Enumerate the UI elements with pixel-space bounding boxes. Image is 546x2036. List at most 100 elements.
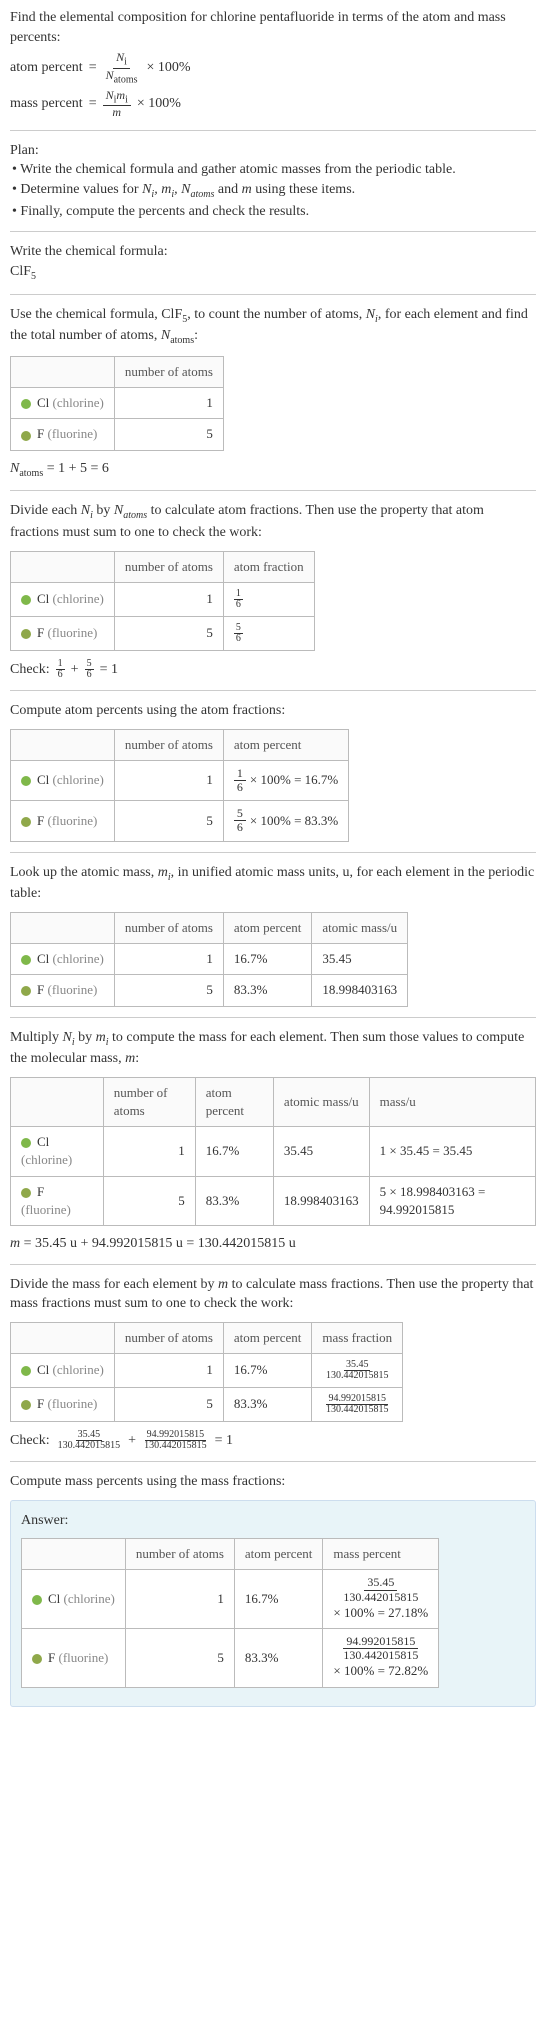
dot-icon — [21, 1366, 31, 1376]
var-m: m — [10, 1236, 20, 1251]
num: 94.992015815 — [343, 1635, 418, 1649]
var-m: m — [218, 1277, 228, 1292]
dot-icon — [21, 1138, 31, 1148]
col-number-of-atoms: number of atoms — [114, 1322, 223, 1353]
den: 130.442015815 — [324, 1371, 391, 1381]
dot-icon — [21, 629, 31, 639]
result: × 100% = 16.7% — [250, 771, 338, 789]
col-mass-percent: mass percent — [323, 1539, 439, 1570]
text: • Determine values for — [12, 182, 142, 197]
element-name: (fluorine) — [55, 1650, 108, 1665]
element-cell-f: F (fluorine) — [11, 975, 115, 1006]
check-label: Check: — [10, 660, 50, 680]
element-name: (chlorine) — [49, 1362, 104, 1377]
molecular-mass-sum: m = 35.45 u + 94.992015815 u = 130.44201… — [10, 1234, 536, 1254]
text: : — [135, 1051, 139, 1066]
var-m: m — [158, 865, 168, 880]
dot-icon — [21, 1400, 31, 1410]
divider — [10, 690, 536, 691]
divider — [10, 1461, 536, 1462]
text: Look up the atomic mass, — [10, 865, 158, 880]
atom-percent-block: Compute atom percents using the atom fra… — [10, 701, 536, 842]
times-100: × 100% — [147, 58, 191, 78]
mass-percent-text: Compute mass percents using the mass fra… — [10, 1472, 536, 1492]
answer-title: Answer: — [21, 1511, 525, 1531]
vars: Ni, mi, Natoms — [142, 182, 214, 197]
col-atom-percent: atom percent — [234, 1539, 323, 1570]
den: 130.442015815 — [56, 1441, 123, 1451]
atom-percent-f: 56 × 100% = 83.3% — [223, 801, 348, 841]
mass-fraction-f: 94.992015815130.442015815 — [312, 1388, 403, 1422]
atom-percent-cl: 16 × 100% = 16.7% — [223, 760, 348, 800]
sub-i: i — [124, 57, 127, 68]
dot-icon — [32, 1654, 42, 1664]
dot-icon — [21, 1188, 31, 1198]
col-number-of-atoms: number of atoms — [103, 1077, 195, 1126]
element-cell-f: F (fluorine) — [22, 1628, 126, 1687]
result: × 100% = 27.18% — [333, 1604, 428, 1622]
table-header-row: number of atomsatom percentatomic mass/u — [11, 912, 408, 943]
plan-item-1: • Write the chemical formula and gather … — [12, 160, 536, 180]
var-N: N — [366, 307, 375, 322]
atom-count: 5 — [103, 1176, 195, 1225]
var: Ni — [81, 503, 93, 518]
den: 130.442015815 — [340, 1591, 421, 1604]
den: 6 — [234, 600, 243, 610]
mass-percent-cl: 35.45130.442015815× 100% = 27.18% — [323, 1570, 439, 1629]
atomic-mass-text: Look up the atomic mass, mi, in unified … — [10, 863, 536, 904]
var-m: m — [109, 106, 124, 119]
atom-count: 5 — [125, 1628, 234, 1687]
equals: = — [89, 94, 97, 114]
element-cell-cl: Cl (chlorine) — [11, 583, 115, 617]
mass-fraction-check: Check: 35.45130.442015815 + 94.992015815… — [10, 1430, 536, 1451]
dot-icon — [21, 817, 31, 827]
result: × 100% = 83.3% — [250, 812, 338, 830]
table-row: Cl (chlorine) 1 16 — [11, 583, 315, 617]
fraction: Nimi m — [103, 89, 131, 120]
element-name: (chlorine) — [49, 772, 104, 787]
element-name: (chlorine) — [49, 395, 104, 410]
divider — [10, 1264, 536, 1265]
text: Divide the mass for each element by — [10, 1277, 218, 1292]
num: 35.45 — [364, 1576, 397, 1590]
divider — [10, 490, 536, 491]
var: Natoms — [114, 503, 147, 518]
count-atoms-block: Use the chemical formula, ClF5, to count… — [10, 305, 536, 481]
divider — [10, 231, 536, 232]
mass-fraction-table: number of atomsatom percentmass fraction… — [10, 1322, 403, 1422]
atom-count: 1 — [114, 583, 223, 617]
atom-count: 1 — [114, 1354, 223, 1388]
var-N: N — [106, 68, 114, 82]
atom-count-cl: 1 — [114, 388, 223, 419]
answer-table: number of atomsatom percentmass percent … — [21, 1538, 439, 1687]
sub-i: i — [125, 94, 128, 105]
plan-block: Plan: • Write the chemical formula and g… — [10, 141, 536, 222]
table-header-row: number of atoms — [11, 357, 224, 388]
col-atom-percent: atom percent — [223, 1322, 312, 1353]
atom-fraction-block: Divide each Ni by Natoms to calculate at… — [10, 501, 536, 680]
atom-count: 5 — [114, 801, 223, 841]
answer-box: Answer: number of atomsatom percentmass … — [10, 1500, 536, 1707]
mass: 1 × 35.45 = 35.45 — [369, 1127, 535, 1176]
table-row: Cl (chlorine) 1 16.7% 35.45130.442015815… — [22, 1570, 439, 1629]
mass-fraction-cl: 35.45130.442015815 — [312, 1354, 403, 1388]
col-mass-fraction: mass fraction — [312, 1322, 403, 1353]
var-m: m — [242, 182, 252, 197]
col-atom-percent: atom percent — [223, 912, 312, 943]
table-row: Cl (chlorine) 1 — [11, 388, 224, 419]
den: 130.442015815 — [142, 1441, 209, 1451]
table-header-row: number of atomsatom percentmass percent — [22, 1539, 439, 1570]
element-name: (fluorine) — [44, 982, 97, 997]
atom-count: 5 — [114, 1388, 223, 1422]
var-N: N — [10, 461, 19, 476]
text: , to count the number of atoms, — [187, 307, 365, 322]
result: × 100% = 72.82% — [333, 1662, 428, 1680]
intro-text: Find the elemental composition for chlor… — [10, 8, 536, 47]
atom-count: 1 — [114, 944, 223, 975]
text: Divide each — [10, 503, 81, 518]
mass-percent-label: mass percent — [10, 94, 83, 114]
col-atom-percent: atom percent — [223, 729, 348, 760]
fraction: 94.992015815130.442015815 — [142, 1430, 209, 1451]
element-symbol: Cl — [37, 395, 49, 410]
sub-atoms: atoms — [170, 335, 194, 346]
